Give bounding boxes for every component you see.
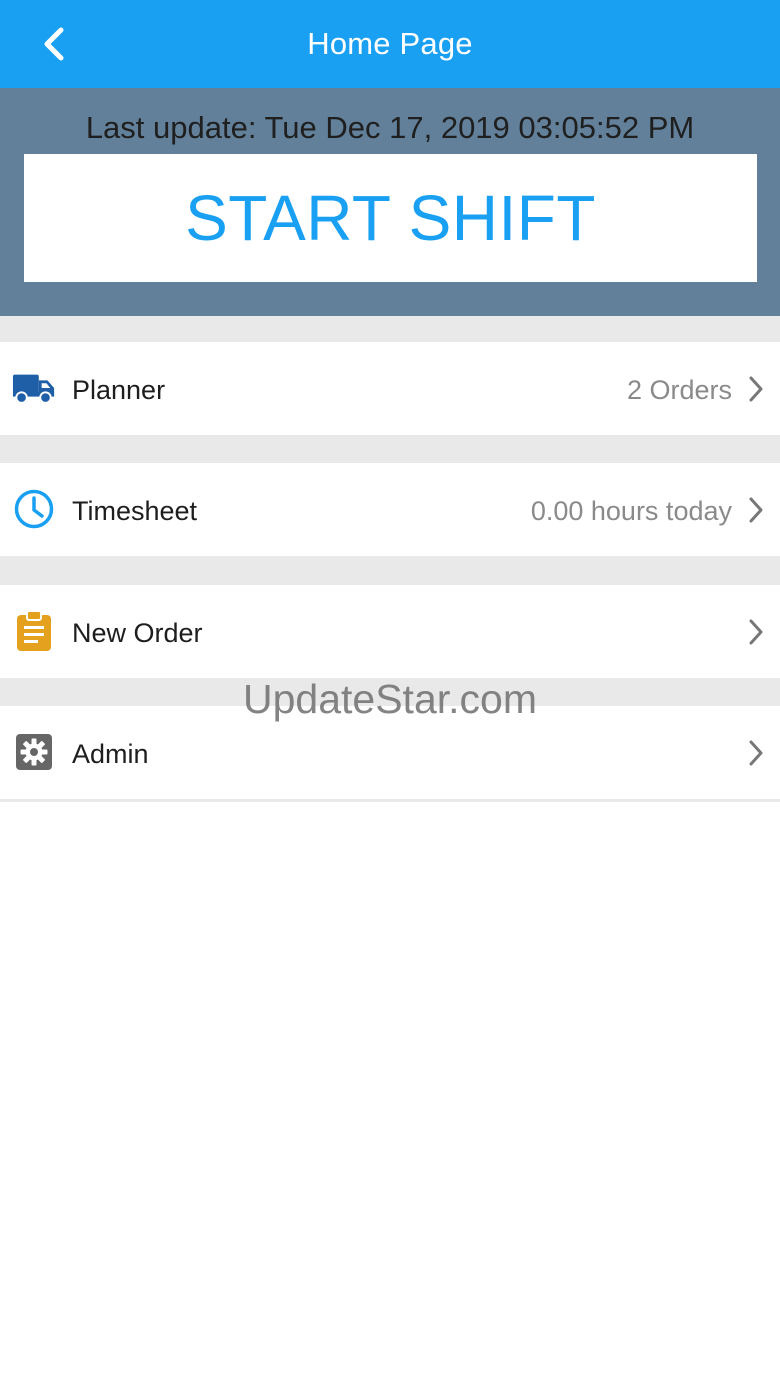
planner-order-count: 2 Orders [626, 375, 732, 405]
chevron-right-icon [749, 740, 763, 766]
menu-item-label: New Order [72, 618, 203, 648]
menu-item-label: Admin [72, 739, 149, 769]
menu-item-planner[interactable]: Planner 2 Orders [0, 342, 780, 435]
chevron-right-icon [749, 619, 763, 645]
section-separator [0, 678, 780, 706]
chevron-right-icon [749, 376, 763, 402]
clipboard-icon [12, 610, 56, 651]
menu-item-timesheet[interactable]: Timesheet 0.00 hours today [0, 463, 780, 556]
clock-icon [12, 489, 56, 529]
truck-icon [12, 368, 56, 408]
section-separator [0, 316, 780, 342]
menu-item-label: Planner [72, 375, 166, 405]
menu-item-new-order[interactable]: New Order [0, 585, 780, 678]
shift-panel: Last update: Tue Dec 17, 2019 03:05:52 P… [0, 88, 780, 316]
last-update-text: Last update: Tue Dec 17, 2019 03:05:52 P… [85, 110, 695, 145]
chevron-right-icon [749, 497, 763, 523]
list-bottom-border [0, 799, 780, 802]
menu-item-admin[interactable]: Admin [0, 706, 780, 799]
start-shift-button[interactable]: START SHIFT [24, 154, 757, 282]
section-separator [0, 435, 780, 463]
page-title: Home Page [307, 26, 473, 61]
start-shift-label: START SHIFT [185, 182, 596, 254]
section-separator [0, 556, 780, 585]
menu-item-label: Timesheet [72, 496, 198, 526]
gear-icon [12, 732, 56, 772]
navigation-bar: Home Page [0, 0, 780, 88]
timesheet-hours: 0.00 hours today [530, 496, 732, 526]
